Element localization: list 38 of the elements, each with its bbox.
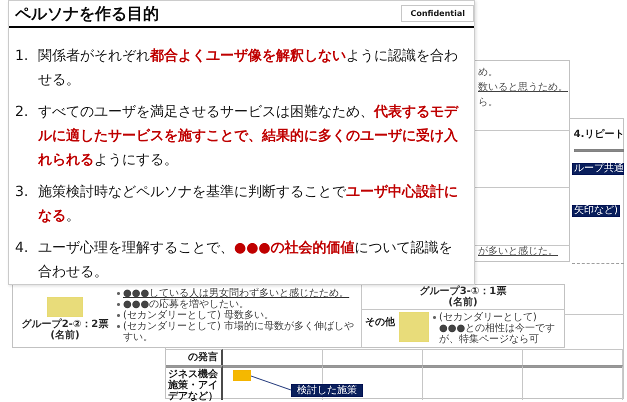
note-text: が多いと感じた。	[478, 246, 558, 258]
bullet-text: (セカンダリーとして) 母数多い。	[123, 310, 274, 321]
item-number: 3.	[15, 183, 30, 202]
row-label: ジネス機会施策・アイデアなど）	[166, 365, 223, 400]
item-text: すべてのユーザを満足させるサービスは困難なため、代表するモデルに適したサービスを施すことで、結果的に多くのユーザに受け入れられるようにする。	[38, 103, 460, 170]
note-text: ら。	[478, 97, 498, 109]
bullet-icon	[117, 303, 120, 306]
bullet-icon	[117, 292, 120, 295]
image-placeholder	[47, 297, 83, 317]
bullet-icon	[117, 314, 120, 317]
item-number: 4.	[15, 239, 30, 258]
item-text: 施策検討時などペルソナを基準に判断することでユーザ中心設計になる。	[38, 182, 459, 226]
image-placeholder	[399, 312, 429, 342]
group-caption: (名前)	[448, 297, 478, 308]
note-text: め。	[478, 67, 498, 79]
group-caption: (名前)	[50, 330, 80, 341]
bullet-text: ●●●している人は男女問わず多いと感じたため。	[123, 288, 350, 299]
item-text: ユーザ心理を理解することで、●●●の社会的価値について認識を合わせる。	[38, 239, 454, 282]
confidential-label: Confidential	[401, 4, 474, 22]
bullet-text: (セカンダリーとして) ●●●との相性は今一ですが、特集ページなら可	[439, 312, 556, 345]
item-number: 1.	[15, 47, 30, 66]
label-bar: 矢印など)	[572, 205, 620, 217]
item-number: 2.	[15, 103, 30, 122]
slide-title: ペルソナを作る目的	[15, 4, 159, 24]
label-bar: ループ共通	[572, 163, 624, 175]
note-text: 数いると思うため。	[478, 82, 568, 94]
group-name: グループ2-②：2票	[22, 319, 108, 330]
callout-label: 検討した施策	[291, 384, 363, 397]
bullet-text: ●●●の応募を増やしたい。	[123, 299, 250, 310]
item-text: 関係者がそれぞれ都合よくユーザ像を解釈しないように認識を合わせる。	[38, 47, 459, 90]
connector-line	[250, 376, 292, 390]
group-name: グループ3-①：1票	[420, 286, 506, 297]
bullet-icon	[117, 325, 120, 328]
sticky-note-shape	[233, 370, 251, 381]
bullet-text: (セカンダリーとして) 市場的に母数が多く伸ばしやすい。	[123, 321, 355, 343]
bullet-icon	[433, 316, 436, 319]
column-header: 4.リピート	[574, 119, 624, 152]
row-label: その他	[365, 316, 395, 329]
